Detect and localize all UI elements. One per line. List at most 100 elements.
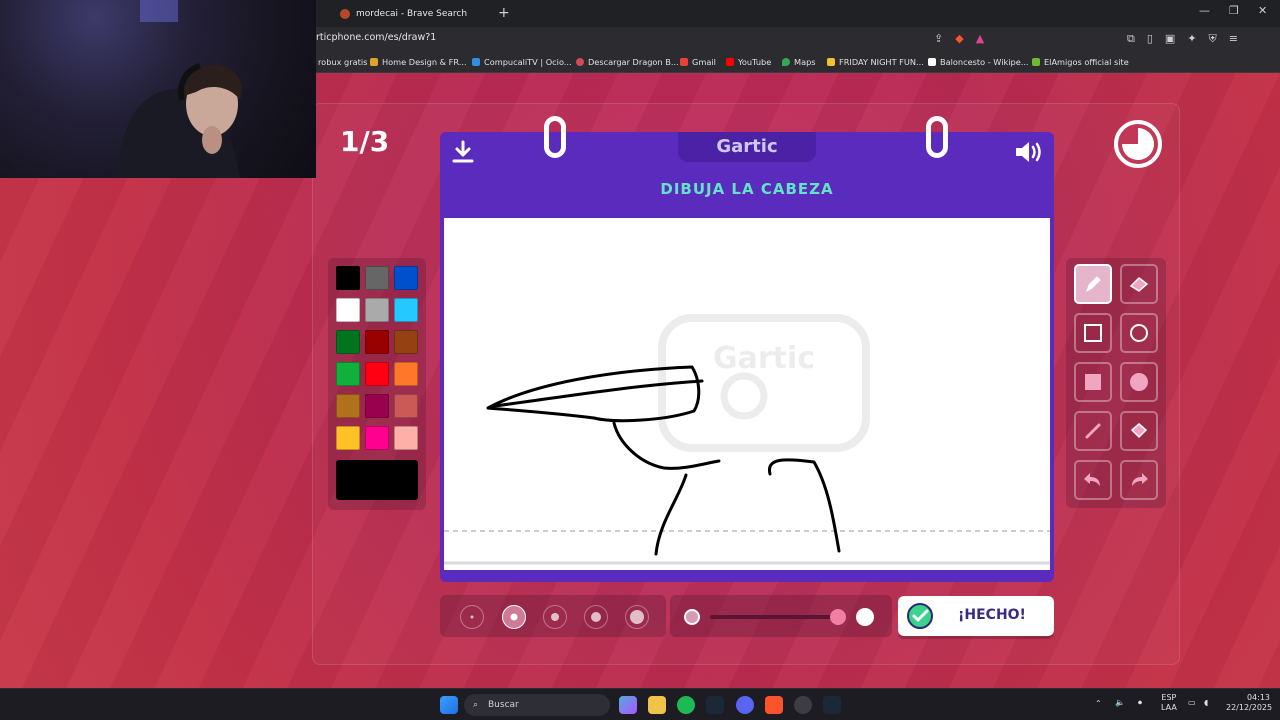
volume-tray-icon[interactable]: 🔈 [1115,698,1125,707]
spotify-icon[interactable] [677,696,695,714]
file-explorer-icon[interactable] [648,696,666,714]
tab-title: mordecai - Brave Search [356,9,468,19]
language-indicator[interactable]: ESP LAA [1161,693,1177,713]
drawing-canvas[interactable]: Gartic [444,218,1050,570]
bookmark-item[interactable]: Maps [782,57,816,67]
url-field[interactable]: rticphone.com/es/draw?1 [316,32,436,43]
sidebar-icon[interactable]: ▯ [1147,32,1153,46]
pencil-icon[interactable] [1074,264,1112,304]
color-swatch[interactable] [394,266,418,290]
brave-rewards-icon[interactable]: ▲ [976,32,984,45]
rectangle-fill-icon[interactable] [1074,362,1112,402]
bucket-icon[interactable] [1120,411,1158,451]
microphone-icon[interactable]: ⏺ [1138,698,1142,708]
minimize-icon[interactable]: — [1199,4,1210,17]
brush-size-option[interactable] [543,605,567,629]
eraser-icon[interactable] [1120,264,1158,304]
taskbar-search[interactable]: ⌕ Buscar [464,694,610,716]
redo-icon[interactable] [1120,460,1158,500]
canvas-frame: Gartic [440,214,1054,582]
color-swatch[interactable] [365,362,389,386]
bookmark-item[interactable]: robux gratis [318,57,367,67]
binder-ring [544,116,566,158]
brush-size-option[interactable] [502,605,526,629]
bookmark-item[interactable]: Home Design & FR... [370,57,467,67]
color-swatch[interactable] [336,330,360,354]
color-swatch[interactable] [365,394,389,418]
ellipse-fill-icon[interactable] [1120,362,1158,402]
copilot-icon[interactable] [619,696,637,714]
search-icon: ⌕ [473,700,479,710]
color-swatch[interactable] [336,266,360,290]
wikipedia-icon [928,58,936,66]
rectangle-outline-icon[interactable] [1074,313,1112,353]
color-swatch[interactable] [394,330,418,354]
close-window-icon[interactable]: ✕ [1258,4,1267,17]
color-swatch[interactable] [365,266,389,290]
brush-size-picker [440,595,666,637]
color-swatch[interactable] [336,426,360,450]
obs-icon[interactable] [794,696,812,714]
color-swatch[interactable] [365,330,389,354]
ellipse-outline-icon[interactable] [1120,313,1158,353]
share-icon[interactable]: ⇪ [934,32,943,45]
color-swatch[interactable] [336,394,360,418]
bookmark-item[interactable]: Baloncesto - Wikipe... [928,57,1029,67]
new-tab-plus-icon[interactable]: + [498,5,510,21]
brush-size-option[interactable] [460,605,484,629]
clock[interactable]: 04:13 22/12/2025 [1226,693,1272,713]
browser-tab[interactable]: mordecai - Brave Search [330,2,490,26]
site-icon [1032,58,1040,66]
bookmark-item[interactable]: FRIDAY NIGHT FUN... [827,57,924,67]
windows-taskbar: ⌕ Buscar ⌃ 🔈 ⏺ ESP LAA ▭ ◖ 04:13 22/12/202… [0,688,1280,720]
speaker-icon[interactable]: ◖ [1204,698,1208,707]
webcam-overlay [0,0,316,178]
menu-icon[interactable]: ≡ [1229,32,1238,46]
brave-shields-icon[interactable]: ◆ [955,32,963,45]
brush-size-option[interactable] [625,605,649,629]
discord-icon[interactable] [736,696,754,714]
color-swatch[interactable] [365,426,389,450]
gartic-logo: Gartic [678,132,816,162]
gmail-icon [680,58,688,66]
opacity-handle[interactable] [830,609,846,625]
network-icon[interactable]: ▭ [1188,698,1196,707]
brave-icon[interactable] [765,696,783,714]
color-swatch[interactable] [394,362,418,386]
color-palette [328,258,426,510]
bookmark-item[interactable]: CompucaliTV | Ocio... [472,57,572,67]
vpn-icon[interactable]: ⛨ [1209,32,1217,46]
crown-icon [827,58,835,66]
tool-panel [1066,258,1166,508]
undo-icon[interactable] [1074,460,1112,500]
opacity-track[interactable] [710,615,840,619]
timer-icon [1114,120,1162,168]
steam-icon[interactable] [706,696,724,714]
color-swatch[interactable] [394,394,418,418]
color-swatch[interactable] [394,298,418,322]
maximize-icon[interactable]: ❐ [1229,4,1239,17]
extensions-icon[interactable]: ⧉ [1127,32,1135,46]
maps-icon [782,58,790,66]
opacity-slider[interactable] [670,595,892,637]
volume-icon[interactable] [1014,140,1044,164]
line-icon[interactable] [1074,411,1112,451]
bookmark-item[interactable]: Gmail [680,57,716,67]
color-swatch[interactable] [336,298,360,322]
steam-app-icon[interactable] [823,696,841,714]
bookmark-item[interactable]: YouTube [726,57,771,67]
windows-start-icon[interactable] [440,696,458,714]
color-swatch[interactable] [394,426,418,450]
leo-icon[interactable]: ✦ [1187,32,1196,46]
done-button[interactable]: ¡HECHO! [898,596,1054,636]
tray-chevron-icon[interactable]: ⌃ [1095,699,1102,708]
youtube-icon [726,58,734,66]
bookmark-item[interactable]: Descargar Dragon B... [576,57,679,67]
wallet-icon[interactable]: ▣ [1165,32,1175,46]
folder-icon [370,58,378,66]
bookmark-item[interactable]: ElAmigos official site [1032,57,1129,67]
brush-size-option[interactable] [584,605,608,629]
color-swatch[interactable] [365,298,389,322]
download-icon[interactable] [452,140,474,163]
color-swatch[interactable] [336,362,360,386]
